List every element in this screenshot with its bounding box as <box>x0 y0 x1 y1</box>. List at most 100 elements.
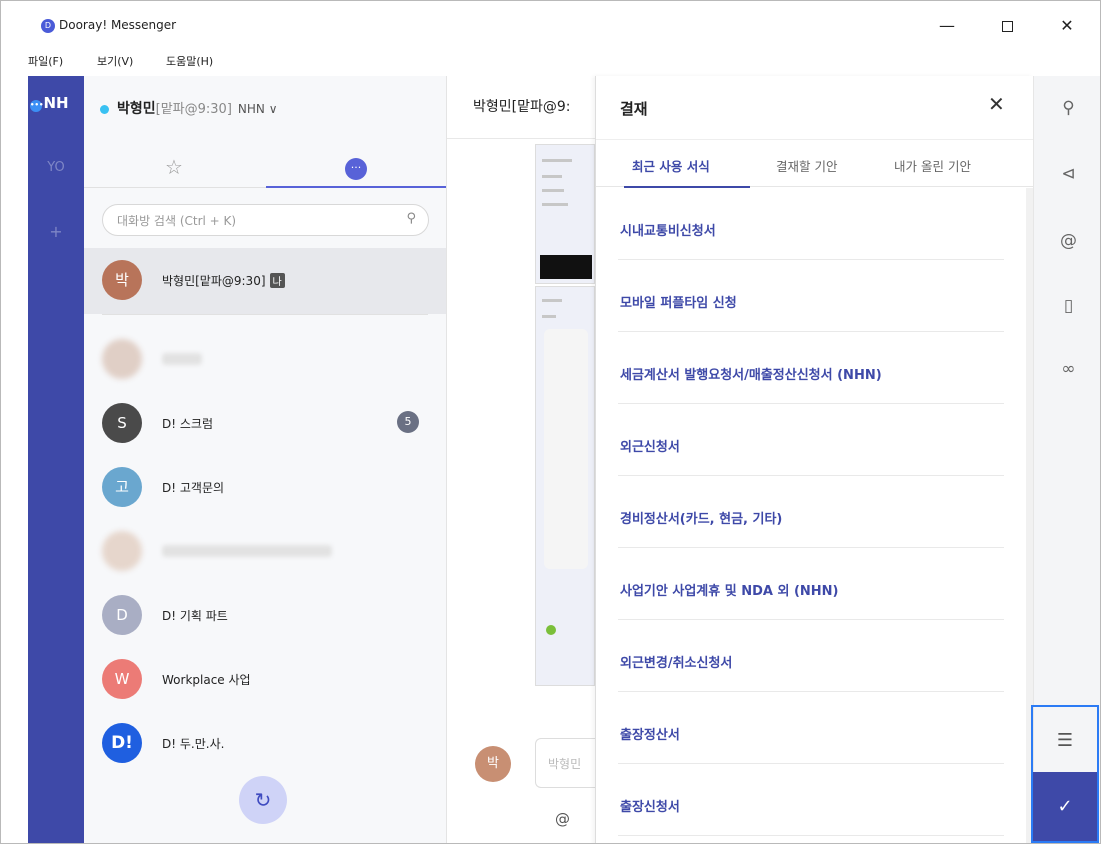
form-item[interactable]: 외근변경/취소신청서 <box>618 620 1004 692</box>
image-line <box>542 189 564 192</box>
room-title: 박형민[맡파@9: <box>473 99 571 115</box>
divider <box>102 314 428 327</box>
message-input-placeholder: 박형민 <box>548 757 582 771</box>
tab-my-drafts[interactable]: 내가 올린 기안 <box>894 156 971 175</box>
form-item[interactable]: 시내교통비신청서 <box>618 188 1004 260</box>
chat-search: ⚲ <box>102 204 429 236</box>
blurred-name <box>162 353 202 365</box>
image-line <box>542 203 568 206</box>
image-line <box>542 315 556 318</box>
image-line <box>542 175 562 178</box>
workspace-nh[interactable]: ••• NH <box>28 94 84 112</box>
chat-item-blurred[interactable] <box>84 327 446 391</box>
close-button[interactable]: ✕ <box>1047 11 1087 41</box>
tab-favorites[interactable]: ☆ <box>84 146 264 188</box>
avatar <box>102 531 142 571</box>
image-line <box>542 299 562 302</box>
status-dot <box>546 625 556 635</box>
messenger-window: D Dooray! Messenger — ✕ 파일(F) 보기(V) 도움말(… <box>0 0 1101 844</box>
star-icon: ☆ <box>165 155 183 179</box>
workspace-label: NH <box>43 94 69 112</box>
form-label: 경비정산서(카드, 현금, 기타) <box>620 512 783 527</box>
form-item[interactable]: 모바일 퍼플타임 신청 <box>618 260 1004 332</box>
chat-item-duman[interactable]: D! D! 두.만.사. <box>84 711 446 775</box>
form-label: 외근신청서 <box>620 440 680 455</box>
maximize-button[interactable] <box>987 11 1027 41</box>
chat-list: 박 박형민[맡파@9:30] 나 S D! 스크럼 5 고 D! 고객문의 D … <box>84 248 446 775</box>
avatar <box>102 339 142 379</box>
form-item[interactable]: 경비정산서(카드, 현금, 기타) <box>618 476 1004 548</box>
menu-view[interactable]: 보기(V) <box>97 53 133 69</box>
image-block <box>540 255 592 279</box>
chat-item-blurred[interactable] <box>84 519 446 583</box>
divider <box>447 138 595 139</box>
chat-bubble-icon: ··· <box>345 157 367 180</box>
message-image[interactable] <box>535 286 595 686</box>
add-workspace-button[interactable]: + <box>28 222 84 241</box>
refresh-icon: ↻ <box>254 788 272 812</box>
form-label: 시내교통비신청서 <box>620 224 716 239</box>
chat-name: D! 고객문의 <box>162 481 225 495</box>
user-header[interactable]: 박형민[맡파@9:30] NHN ∨ <box>100 98 277 118</box>
search-input[interactable] <box>117 211 387 231</box>
workspace-rail: ••• NH YO + <box>28 76 84 843</box>
avatar: 박 <box>102 260 142 300</box>
notification-dot: ••• <box>30 100 43 112</box>
highlight-box <box>1031 705 1099 843</box>
mention-icon[interactable]: @ <box>1034 231 1100 251</box>
mention-button[interactable]: @ <box>555 810 570 828</box>
org-selector[interactable]: NHN ∨ <box>238 102 278 116</box>
image-line <box>542 159 572 162</box>
form-label: 세금계산서 발행요청서/매출정산신청서 (NHN) <box>620 368 882 383</box>
panel-title: 결재 <box>620 100 648 118</box>
avatar: S <box>102 403 142 443</box>
chat-item-planning[interactable]: D D! 기획 파트 <box>84 583 446 647</box>
chat-item-customer[interactable]: 고 D! 고객문의 <box>84 455 446 519</box>
image-card <box>544 329 588 569</box>
online-status-icon <box>100 104 109 114</box>
chat-area: 박형민[맡파@9: 박 박형민 @ <box>447 76 595 843</box>
close-icon[interactable]: ✕ <box>988 92 1005 116</box>
avatar: D! <box>102 723 142 763</box>
form-item[interactable]: 사업기안 사업계휴 및 NDA 외 (NHN) <box>618 548 1004 620</box>
search-icon[interactable]: ⚲ <box>1034 98 1100 118</box>
me-badge: 나 <box>269 273 285 288</box>
chat-name: 박형민[맡파@9:30] <box>162 274 266 288</box>
menu-file[interactable]: 파일(F) <box>28 53 63 69</box>
form-list: 시내교통비신청서 모바일 퍼플타임 신청 세금계산서 발행요청서/매출정산신청서… <box>596 188 1034 836</box>
user-status: [맡파@9:30] <box>155 102 232 117</box>
link-icon[interactable]: ∞ <box>1034 359 1100 379</box>
refresh-button[interactable]: ↻ <box>239 776 287 824</box>
avatar: D <box>102 595 142 635</box>
unread-count-badge: 5 <box>397 411 419 433</box>
file-icon[interactable]: ▯ <box>1034 296 1100 316</box>
chat-sidebar: 박형민[맡파@9:30] NHN ∨ ☆ ··· ⚲ 박 박형민[맡파@9:30]… <box>84 76 447 843</box>
form-label: 출장정산서 <box>620 728 680 743</box>
tab-chats[interactable]: ··· <box>266 146 446 188</box>
search-icon[interactable]: ⚲ <box>406 211 416 226</box>
message-input[interactable]: 박형민 <box>535 738 595 788</box>
chat-item-self[interactable]: 박 박형민[맡파@9:30] 나 <box>84 248 446 314</box>
form-label: 출장신청서 <box>620 800 680 815</box>
minimize-button[interactable]: — <box>927 11 967 41</box>
workspace-yo[interactable]: YO <box>28 160 84 175</box>
announcement-icon[interactable]: ⊲ <box>1034 164 1100 184</box>
form-item[interactable]: 외근신청서 <box>618 404 1004 476</box>
chat-item-scrum[interactable]: S D! 스크럼 5 <box>84 391 446 455</box>
chat-item-workplace[interactable]: W Workplace 사업 <box>84 647 446 711</box>
menu-bar: 파일(F) 보기(V) 도움말(H) <box>1 50 1100 70</box>
app-logo-icon: D <box>41 19 55 33</box>
menu-help[interactable]: 도움말(H) <box>166 53 213 69</box>
user-name: 박형민 <box>117 101 156 117</box>
avatar: W <box>102 659 142 699</box>
avatar: 고 <box>102 467 142 507</box>
form-item[interactable]: 출장정산서 <box>618 692 1004 764</box>
window-title: Dooray! Messenger <box>59 18 177 32</box>
title-bar: D Dooray! Messenger — ✕ <box>1 1 1100 45</box>
form-item[interactable]: 세금계산서 발행요청서/매출정산신청서 (NHN) <box>618 332 1004 404</box>
tab-pending-approvals[interactable]: 결재할 기안 <box>776 156 837 175</box>
tab-recent-forms[interactable]: 최근 사용 서식 <box>632 156 710 175</box>
form-item[interactable]: 출장신청서 <box>618 764 1004 836</box>
message-image[interactable] <box>535 144 595 284</box>
panel-tabs: 최근 사용 서식 결재할 기안 내가 올린 기안 <box>596 139 1034 188</box>
